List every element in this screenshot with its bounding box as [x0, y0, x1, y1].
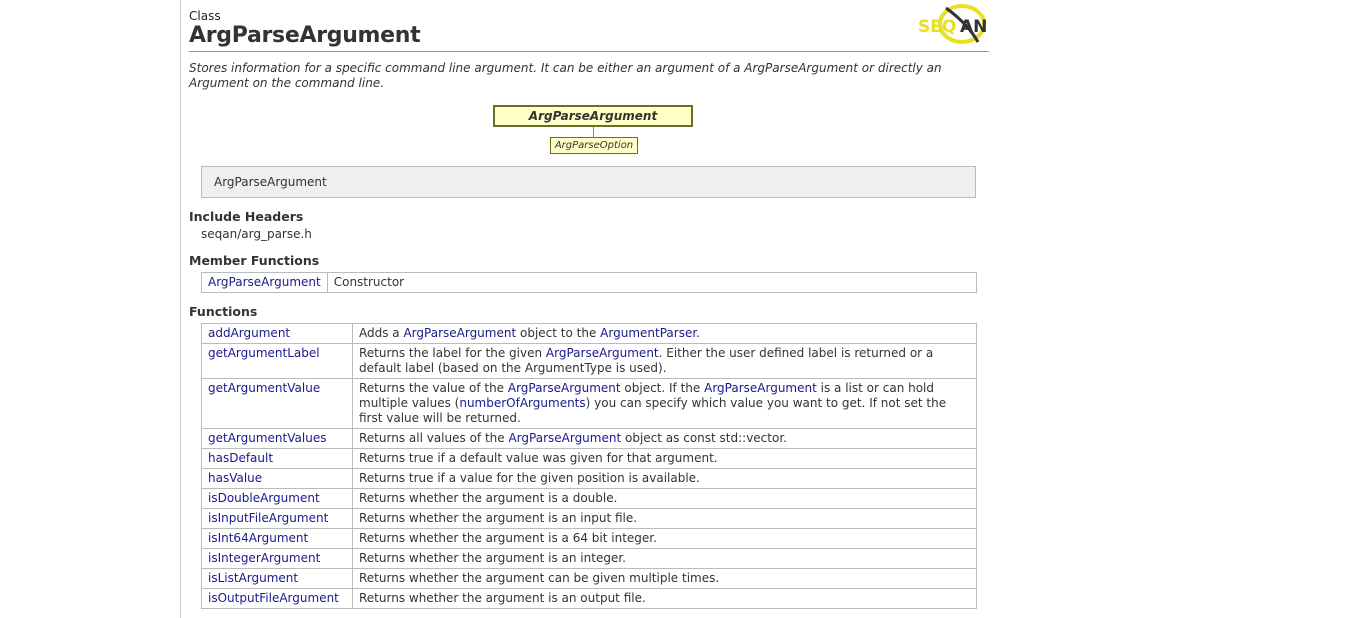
function-desc-cell: Returns the label for the given ArgParse…	[352, 343, 977, 379]
desc-text: .	[696, 326, 700, 340]
function-link[interactable]: addArgument	[208, 326, 290, 340]
function-link[interactable]: hasDefault	[208, 451, 273, 465]
function-desc-cell: Returns whether the argument is a 64 bit…	[352, 528, 977, 549]
function-name-cell: addArgument	[201, 323, 353, 344]
include-path: seqan/arg_parse.h	[201, 227, 312, 241]
desc-text: object. If the	[620, 381, 705, 395]
inline-ref-link[interactable]: ArgParseArgument	[704, 381, 817, 395]
function-desc-cell: Returns true if a value for the given po…	[352, 468, 977, 489]
inline-ref-link[interactable]: numberOfArguments	[459, 396, 585, 410]
desc-text: object as const std::vector.	[621, 431, 787, 445]
page-title: ArgParseArgument	[189, 23, 421, 48]
function-desc-cell: Returns whether the argument is an integ…	[352, 548, 977, 569]
desc-text: Returns whether the argument is a 64 bit…	[359, 531, 657, 545]
function-desc-cell: Returns all values of the ArgParseArgume…	[352, 428, 977, 449]
function-name-cell: hasDefault	[201, 448, 353, 469]
function-name-cell: getArgumentValues	[201, 428, 353, 449]
entity-kind: Class	[189, 9, 221, 23]
desc-text: Returns the label for the given	[359, 346, 546, 360]
table-row: hasDefault Returns true if a default valu…	[201, 448, 977, 469]
desc-text: Returns true if a default value was give…	[359, 451, 718, 465]
table-row: isIntegerArgument Returns whether the arg…	[201, 548, 977, 569]
signature-box: ArgParseArgument	[201, 166, 976, 198]
member-functions-table: ArgParseArgument Constructor	[201, 272, 978, 293]
function-link[interactable]: isListArgument	[208, 571, 298, 585]
table-row: getArgumentLabel Returns the label for th…	[201, 343, 977, 379]
include-headers-heading: Include Headers	[189, 209, 304, 224]
function-link[interactable]: isIntegerArgument	[208, 551, 320, 565]
inline-ref-link[interactable]: ArgParseArgument	[508, 431, 621, 445]
table-row: getArgumentValues Returns all values of t…	[201, 428, 977, 449]
seqan-logo[interactable]: SEQ AN	[916, 2, 990, 46]
function-desc-cell: Returns whether the argument can be give…	[352, 568, 977, 589]
function-desc-cell: Returns whether the argument is an input…	[352, 508, 977, 529]
function-link[interactable]: getArgumentLabel	[208, 346, 320, 360]
desc-text: Adds a	[359, 326, 404, 340]
inline-ref-link[interactable]: ArgParseArgument	[546, 346, 659, 360]
function-name-cell: isIntegerArgument	[201, 548, 353, 569]
function-name-cell: isDoubleArgument	[201, 488, 353, 509]
function-desc-cell: Returns true if a default value was give…	[352, 448, 977, 469]
function-name-cell: isListArgument	[201, 568, 353, 589]
table-row: addArgument Adds a ArgParseArgument objec…	[201, 323, 977, 344]
function-name-cell: getArgumentLabel	[201, 343, 353, 379]
member-function-link[interactable]: ArgParseArgument	[208, 275, 321, 289]
member-desc-cell: Constructor	[326, 272, 978, 293]
svg-text:SEQ: SEQ	[918, 17, 956, 37]
table-row: isOutputFileArgument Returns whether the …	[201, 588, 977, 609]
function-name-cell: isOutputFileArgument	[201, 588, 353, 609]
functions-heading: Functions	[189, 304, 258, 319]
class-summary: Stores information for a specific comman…	[189, 61, 942, 90]
desc-text: Returns all values of the	[359, 431, 509, 445]
desc-text: Returns the value of the	[359, 381, 508, 395]
function-desc-cell: Returns whether the argument is an outpu…	[352, 588, 977, 609]
function-link[interactable]: hasValue	[208, 471, 262, 485]
table-row: isInt64Argument Returns whether the argum…	[201, 528, 977, 549]
table-row: getArgumentValue Returns the value of the…	[201, 378, 977, 429]
function-link[interactable]: getArgumentValue	[208, 381, 320, 395]
table-row: isInputFileArgument Returns whether the a…	[201, 508, 977, 529]
functions-table: addArgument Adds a ArgParseArgument objec…	[201, 323, 977, 609]
function-link[interactable]: isInputFileArgument	[208, 511, 328, 525]
desc-text: Returns whether the argument is a double…	[359, 491, 618, 505]
table-row: hasValue Returns true if a value for the …	[201, 468, 977, 489]
diagram-class-node[interactable]: ArgParseArgument	[493, 105, 693, 127]
desc-text: object to the	[516, 326, 601, 340]
diagram-subclass-node[interactable]: ArgParseOption	[550, 137, 638, 154]
function-name-cell: hasValue	[201, 468, 353, 489]
function-name-cell: isInputFileArgument	[201, 508, 353, 529]
function-link[interactable]: getArgumentValues	[208, 431, 326, 445]
function-name-cell: getArgumentValue	[201, 378, 353, 429]
left-border	[180, 0, 181, 618]
inline-ref-link[interactable]: ArgParseArgument	[508, 381, 621, 395]
desc-text: Returns whether the argument is an outpu…	[359, 591, 646, 605]
function-link[interactable]: isDoubleArgument	[208, 491, 320, 505]
svg-text:AN: AN	[960, 17, 987, 37]
desc-text: Returns whether the argument is an input…	[359, 511, 638, 525]
inline-ref-link[interactable]: ArgumentParser	[600, 326, 696, 340]
table-row: isListArgument Returns whether the argume…	[201, 568, 977, 589]
function-desc-cell: Returns whether the argument is a double…	[352, 488, 977, 509]
function-link[interactable]: isOutputFileArgument	[208, 591, 339, 605]
desc-text: Returns true if a value for the given po…	[359, 471, 700, 485]
function-name-cell: isInt64Argument	[201, 528, 353, 549]
table-row: isDoubleArgument Returns whether the argu…	[201, 488, 977, 509]
function-desc-cell: Adds a ArgParseArgument object to the Ar…	[352, 323, 977, 344]
table-row: ArgParseArgument Constructor	[201, 272, 978, 293]
desc-text: Returns whether the argument can be give…	[359, 571, 720, 585]
function-desc-cell: Returns the value of the ArgParseArgumen…	[352, 378, 977, 429]
member-functions-heading: Member Functions	[189, 253, 320, 268]
member-name-cell: ArgParseArgument	[201, 272, 328, 293]
desc-text: Returns whether the argument is an integ…	[359, 551, 626, 565]
inline-ref-link[interactable]: ArgParseArgument	[403, 326, 516, 340]
title-divider	[189, 51, 989, 52]
function-link[interactable]: isInt64Argument	[208, 531, 308, 545]
